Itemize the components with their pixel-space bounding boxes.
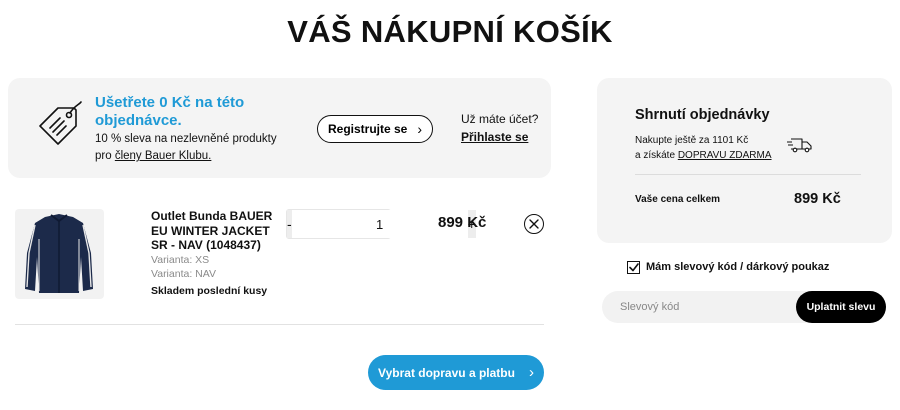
page-title: VÁŠ NÁKUPNÍ KOŠÍK xyxy=(287,14,613,49)
free-shipping-link[interactable]: DOPRAVU ZDARMA xyxy=(678,150,772,161)
product-image[interactable] xyxy=(15,209,104,299)
stock-status: Skladem poslední kusy xyxy=(151,285,268,297)
jacket-image xyxy=(25,214,93,293)
price-tag-icon xyxy=(39,101,82,145)
item-price: 899 Kč xyxy=(438,214,487,231)
checkout-button-label: Vybrat dopravu a platbu xyxy=(378,365,515,380)
truck-icon xyxy=(787,138,812,153)
promo-headline: Ušetřete 0 Kč na této objednávce. xyxy=(95,94,245,129)
summary-title: Shrnutí objednávky xyxy=(635,107,770,123)
discount-code-checkbox[interactable] xyxy=(627,261,640,274)
checkout-button[interactable]: Vybrat dopravu a platbu › xyxy=(368,355,544,390)
discount-code-input[interactable] xyxy=(602,291,812,323)
close-icon xyxy=(529,219,539,229)
register-button[interactable]: Registrujte se › xyxy=(317,115,433,143)
free-shipping-text: Nakupte ještě za 1101 Kč a získáte DOPRA… xyxy=(635,133,785,163)
total-label: Vaše cena celkem xyxy=(635,194,721,205)
remove-item-button[interactable] xyxy=(524,214,544,234)
chevron-right-icon: › xyxy=(528,364,534,381)
cart-divider xyxy=(15,324,544,325)
checkmark-icon xyxy=(628,263,639,272)
total-value: 899 Kč xyxy=(794,191,841,207)
discount-code-label[interactable]: Mám slevový kód / dárkový poukaz xyxy=(646,261,829,273)
product-name[interactable]: Outlet Bunda BAUER EU WINTER JACKET SR -… xyxy=(151,209,276,253)
shipping-line-1: Nakupte ještě za 1101 Kč xyxy=(635,135,749,146)
login-link[interactable]: Přihlaste se xyxy=(461,130,528,144)
product-variant-size: Varianta: XS xyxy=(151,254,210,266)
apply-discount-button[interactable]: Uplatnit slevu xyxy=(796,291,886,323)
promo-panel: Ušetřete 0 Kč na této objednávce. 10 % s… xyxy=(8,78,551,178)
register-button-label: Registrujte se xyxy=(327,122,408,136)
summary-divider xyxy=(635,174,861,175)
club-members-link[interactable]: členy Bauer Klubu. xyxy=(115,150,212,162)
quantity-stepper: - + xyxy=(286,209,476,239)
promo-text: 10 % sleva na nezlevněné produkty pro čl… xyxy=(95,131,285,165)
chevron-right-icon: › xyxy=(417,121,423,137)
order-summary-panel: Shrnutí objednávky Nakupte ještě za 1101… xyxy=(597,78,892,243)
product-variant-color: Varianta: NAV xyxy=(151,268,216,280)
shipping-line-2-prefix: a získáte xyxy=(635,150,678,161)
account-question: Už máte účet? xyxy=(461,112,539,126)
